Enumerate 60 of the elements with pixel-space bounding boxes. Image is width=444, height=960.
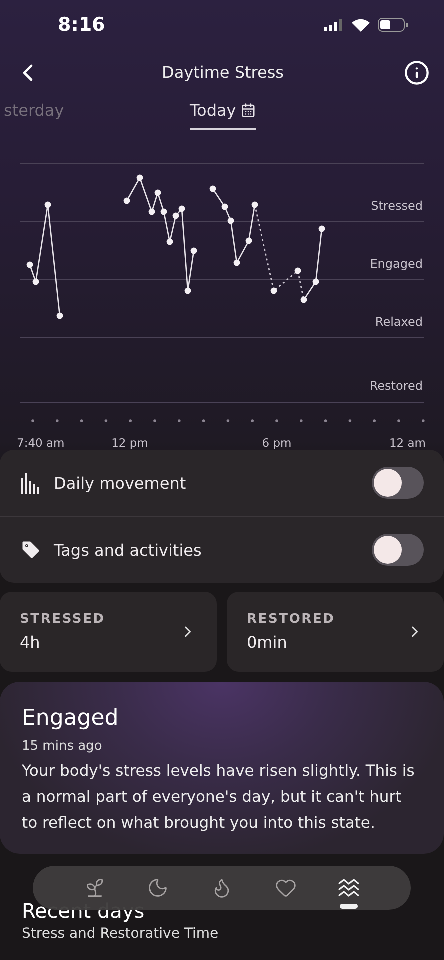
level-label: Relaxed — [375, 315, 423, 329]
data-point — [210, 186, 216, 192]
data-point — [318, 226, 326, 232]
state-description: Your body's stress levels have risen slightly. This is a normal part of everyone's day, but it can't hurt to reflect on what brought you into this state. — [22, 761, 416, 834]
data-point — [184, 288, 192, 294]
state-time: 15 mins ago — [22, 739, 104, 754]
time-label: 6 pm — [262, 436, 292, 450]
data-point — [154, 190, 162, 196]
card-value: 0min — [247, 633, 288, 652]
data-point — [148, 208, 156, 216]
level-label: Engaged — [370, 257, 423, 271]
data-point — [294, 268, 302, 274]
state-title: Engaged — [22, 706, 120, 731]
section-subtitle: Stress and Restorative Time — [22, 925, 219, 943]
data-point — [246, 238, 252, 244]
level-label: Stressed — [371, 199, 423, 213]
data-point — [312, 278, 320, 286]
data-point — [270, 288, 278, 294]
data-point — [160, 208, 168, 216]
tag-icon — [20, 539, 42, 561]
date-tab[interactable]: Today — [190, 101, 256, 130]
screen-title: Daytime Stress — [162, 63, 284, 82]
moon-icon — [147, 877, 170, 899]
info-icon[interactable] — [404, 60, 430, 86]
signal-icon — [324, 19, 344, 31]
toggle-switch[interactable] — [372, 467, 424, 499]
data-point — [44, 202, 52, 208]
data-point — [234, 260, 240, 266]
data-point — [222, 204, 228, 210]
data-point — [124, 198, 130, 204]
data-point — [166, 238, 174, 246]
battery-icon — [378, 18, 408, 32]
heart-icon — [274, 877, 297, 899]
status-time: 8:16 — [58, 14, 106, 36]
time-label: 12 am — [389, 436, 426, 450]
level-label: Restored — [370, 379, 423, 393]
card-value: 4h — [20, 633, 42, 652]
selected-indicator — [340, 904, 358, 909]
data-point — [32, 278, 40, 286]
data-point — [136, 174, 144, 182]
data-point — [56, 312, 64, 320]
summary-card[interactable]: STRESSED 4h — [0, 592, 217, 672]
time-label: 12 pm — [112, 436, 148, 450]
card-label: STRESSED — [20, 612, 106, 627]
data-point — [190, 248, 198, 254]
calendar-icon — [241, 103, 256, 118]
toggle-switch[interactable] — [372, 534, 424, 566]
section-title: Recent days — [22, 899, 145, 923]
toggle-label: Tags and activities — [54, 540, 203, 560]
summary-card[interactable]: RESTORED 0min — [227, 592, 444, 672]
wifi-icon — [352, 18, 370, 32]
data-point — [26, 262, 34, 268]
card-label: RESTORED — [247, 612, 336, 627]
waves-icon — [338, 878, 360, 898]
data-point — [228, 218, 234, 224]
data-point — [252, 202, 258, 208]
data-point — [300, 296, 308, 304]
bar-chart-icon — [20, 472, 42, 494]
time-label: 7:40 am — [17, 436, 65, 450]
toggle-label: Daily movement — [54, 474, 188, 492]
